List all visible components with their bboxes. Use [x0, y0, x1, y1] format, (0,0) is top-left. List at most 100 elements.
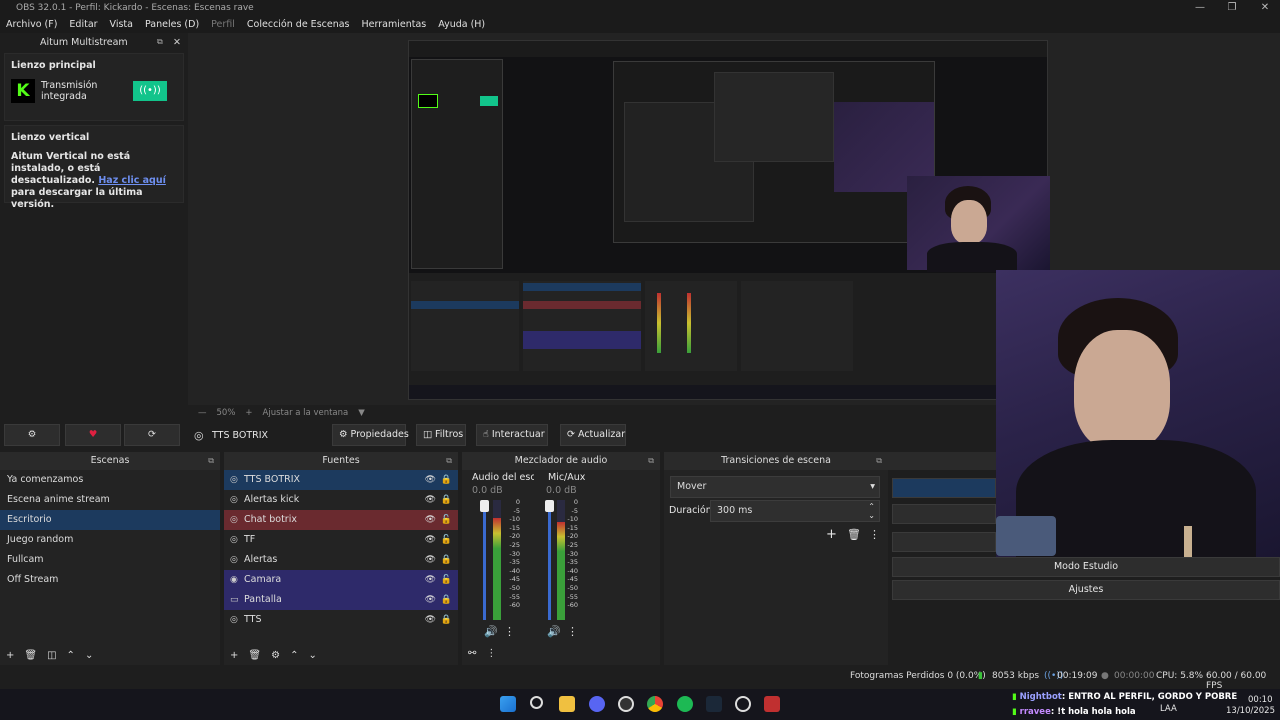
scene-item[interactable]: Escritorio [0, 510, 220, 530]
advanced-audio-icon[interactable]: ⚯ [468, 648, 476, 659]
refresh-button[interactable]: ⟳ Actualizar [560, 424, 626, 446]
remove-transition-icon[interactable]: 🗑 [847, 528, 861, 541]
chrome-icon[interactable] [647, 696, 663, 712]
channel1-menu-icon[interactable]: ⋮ [504, 625, 515, 638]
virtual-camera-button[interactable] [892, 532, 996, 552]
float-icon[interactable]: ⧉ [157, 37, 163, 47]
scene-item[interactable]: Off Stream [0, 570, 220, 590]
mixer-menu-icon[interactable]: ⋮ [486, 648, 496, 659]
menu-edit[interactable]: Editar [69, 19, 97, 30]
scene-item[interactable]: Juego random [0, 530, 220, 550]
stepper-down-icon[interactable]: ⌄ [868, 506, 875, 526]
visibility-eye-icon[interactable]: 👁 [425, 530, 436, 550]
float-icon[interactable]: ⧉ [208, 452, 214, 470]
search-icon[interactable] [530, 696, 543, 709]
source-properties-icon[interactable]: ⚙ [271, 650, 280, 661]
move-down-icon[interactable]: ⌄ [308, 650, 316, 661]
lock-icon[interactable]: 🔓 [441, 510, 452, 530]
lock-icon[interactable]: 🔓 [441, 530, 452, 550]
move-down-icon[interactable]: ⌄ [85, 650, 93, 661]
scene-item[interactable]: Ya comenzamos [0, 470, 220, 490]
filters-icon[interactable]: ◫ [47, 650, 56, 661]
recorder-icon[interactable] [764, 696, 780, 712]
move-up-icon[interactable]: ⌃ [67, 650, 75, 661]
interact-button[interactable]: ☝ Interactuar [476, 424, 548, 446]
source-item[interactable]: ◎ TTS BOTRIX 👁 🔒 [224, 470, 458, 490]
obs-icon[interactable] [618, 696, 634, 712]
spotify-icon[interactable] [677, 696, 693, 712]
visibility-eye-icon[interactable]: 👁 [425, 470, 436, 490]
channel1-fader[interactable] [483, 500, 486, 620]
channel2-menu-icon[interactable]: ⋮ [567, 625, 578, 638]
zoom-dropdown-icon[interactable]: ▼ [358, 408, 365, 418]
lock-icon[interactable]: 🔒 [441, 610, 452, 630]
source-item[interactable]: ◉ Camara 👁 🔓 [224, 570, 458, 590]
visibility-eye-icon[interactable]: 👁 [425, 590, 436, 610]
clock-time[interactable]: 00:10 [1248, 695, 1273, 705]
add-source-icon[interactable]: + [230, 650, 238, 661]
stream-button[interactable] [892, 478, 996, 498]
dock-refresh-button[interactable]: ⟳ [124, 424, 180, 446]
record-button[interactable] [892, 504, 996, 524]
source-item[interactable]: ◎ Alertas 👁 🔒 [224, 550, 458, 570]
menu-help[interactable]: Ayuda (H) [438, 19, 485, 30]
discord-icon[interactable] [589, 696, 605, 712]
source-item[interactable]: ◎ Alertas kick 👁 🔒 [224, 490, 458, 510]
app-icon[interactable] [735, 696, 751, 712]
float-icon[interactable]: ⧉ [648, 452, 654, 470]
lock-icon[interactable]: 🔒 [441, 550, 452, 570]
float-icon[interactable]: ⧉ [446, 452, 452, 470]
menu-file[interactable]: Archivo (F) [6, 19, 57, 30]
add-transition-icon[interactable]: + [826, 527, 837, 542]
channel1-volume-icon[interactable]: 🔊 [484, 625, 498, 638]
menu-profile[interactable]: Perfil [211, 19, 235, 30]
source-item[interactable]: ◎ TTS 👁 🔒 [224, 610, 458, 630]
close-button[interactable]: ✕ [1250, 0, 1280, 15]
visibility-eye-icon[interactable]: 👁 [425, 490, 436, 510]
stream-toggle-button[interactable]: ((•)) [133, 81, 167, 101]
channel2-fader[interactable] [548, 500, 551, 620]
menu-view[interactable]: Vista [110, 19, 133, 30]
studio-mode-button[interactable]: Modo Estudio [892, 557, 1280, 577]
lock-icon[interactable]: 🔒 [441, 590, 452, 610]
zoom-fit-label[interactable]: Ajustar a la ventana [263, 408, 349, 418]
maximize-button[interactable]: ❐ [1217, 0, 1247, 15]
visibility-eye-icon[interactable]: 👁 [425, 510, 436, 530]
lock-icon[interactable]: 🔓 [441, 570, 452, 590]
scene-item[interactable]: Escena anime stream [0, 490, 220, 510]
move-up-icon[interactable]: ⌃ [290, 650, 298, 661]
dock-settings-button[interactable]: ⚙ [4, 424, 60, 446]
minimize-button[interactable]: — [1185, 0, 1215, 15]
menu-tools[interactable]: Herramientas [362, 19, 427, 30]
channel2-volume-icon[interactable]: 🔊 [547, 625, 561, 638]
steam-icon[interactable] [706, 696, 722, 712]
zoom-out-button[interactable]: — [198, 408, 207, 418]
filters-button[interactable]: ◫ Filtros [416, 424, 466, 446]
add-scene-icon[interactable]: + [6, 650, 14, 661]
transition-menu-icon[interactable]: ⋮ [869, 528, 880, 541]
settings-button[interactable]: Ajustes [892, 580, 1280, 600]
source-item[interactable]: ◎ TF 👁 🔓 [224, 530, 458, 550]
file-explorer-icon[interactable] [559, 696, 575, 712]
transition-select[interactable]: Mover ▾ [670, 476, 880, 498]
channel2-fader-knob[interactable] [545, 500, 554, 512]
dock-close-icon[interactable]: ✕ [173, 37, 181, 48]
visibility-eye-icon[interactable]: 👁 [425, 570, 436, 590]
source-item[interactable]: ◎ Chat botrix 👁 🔓 [224, 510, 458, 530]
remove-source-icon[interactable]: 🗑 [248, 650, 261, 661]
zoom-in-button[interactable]: + [245, 408, 252, 418]
lock-icon[interactable]: 🔒 [441, 490, 452, 510]
duration-spinbox[interactable]: 300 ms ⌃ ⌄ [710, 500, 880, 522]
remove-scene-icon[interactable]: 🗑 [24, 650, 37, 661]
windows-start-icon[interactable] [500, 696, 516, 712]
dock-heart-button[interactable]: ♥ [65, 424, 121, 446]
channel1-fader-knob[interactable] [480, 500, 489, 512]
menu-scene-collection[interactable]: Colección de Escenas [247, 19, 350, 30]
download-link[interactable]: Haz clic aquí [98, 175, 166, 186]
visibility-eye-icon[interactable]: 👁 [425, 550, 436, 570]
keyboard-language[interactable]: LAA [1160, 704, 1177, 714]
float-icon[interactable]: ⧉ [876, 452, 882, 470]
scene-item[interactable]: Fullcam [0, 550, 220, 570]
visibility-eye-icon[interactable]: 👁 [425, 610, 436, 630]
menu-docks[interactable]: Paneles (D) [145, 19, 199, 30]
